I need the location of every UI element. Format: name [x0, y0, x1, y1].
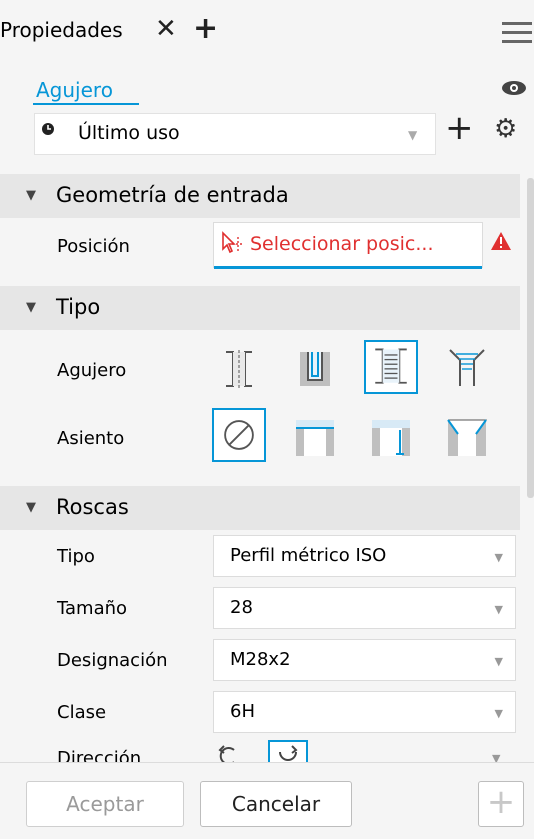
collapse-arrow-icon: ▼ [26, 500, 36, 515]
section-title: Geometría de entrada [56, 183, 289, 207]
designation-dropdown[interactable]: M28x2 ▼ [213, 639, 516, 681]
hole-type-label: Agujero [57, 360, 127, 381]
preset-dropdown[interactable]: Último uso ▼ [34, 113, 436, 155]
chevron-down-icon: ▼ [494, 603, 503, 616]
warning-icon [491, 232, 511, 250]
eye-icon[interactable] [500, 78, 528, 98]
clearance-hole-icon[interactable] [288, 342, 342, 396]
section-type[interactable]: ▼ Tipo [0, 286, 520, 330]
cancel-button[interactable]: Cancelar [200, 781, 352, 827]
menu-icon[interactable] [502, 22, 532, 49]
seat-label: Asiento [57, 428, 125, 449]
position-label: Posición [57, 236, 130, 257]
section-threads[interactable]: ▼ Roscas [0, 486, 520, 530]
chevron-down-icon: ▼ [494, 551, 503, 564]
chevron-down-icon: ▼ [408, 128, 418, 142]
feature-name-link[interactable]: Agujero [36, 78, 113, 102]
size-label: Tamaño [57, 598, 128, 619]
add-tab-button[interactable]: + [193, 14, 218, 44]
spotface-icon[interactable] [364, 410, 418, 464]
designation-label: Designación [57, 650, 168, 671]
class-dropdown[interactable]: 6H ▼ [213, 691, 516, 733]
close-icon[interactable]: ✕ [155, 14, 177, 44]
tapped-hole-icon[interactable] [364, 340, 418, 394]
thread-type-dropdown[interactable]: Perfil métrico ISO ▼ [213, 535, 516, 577]
gear-icon[interactable]: ⚙ [494, 114, 517, 144]
size-dropdown[interactable]: 28 ▼ [213, 587, 516, 629]
clock-icon [41, 120, 55, 141]
add-preset-button[interactable]: + [445, 108, 474, 148]
class-label: Clase [57, 702, 107, 723]
feature-name-underline [33, 103, 139, 105]
taper-tapped-hole-icon[interactable] [440, 342, 494, 396]
counterbore-icon[interactable] [288, 410, 342, 464]
no-seat-icon[interactable] [212, 408, 266, 462]
size-value: 28 [230, 597, 253, 618]
scrollbar[interactable] [527, 178, 534, 498]
chevron-down-icon: ▼ [494, 707, 503, 720]
chevron-down-icon: ▼ [494, 655, 503, 668]
cursor-icon [222, 231, 244, 254]
tab-properties[interactable]: Propiedades ✕ [0, 0, 187, 64]
field-underline [214, 266, 482, 269]
position-select-text: Seleccionar posic... [250, 233, 434, 255]
thread-type-label: Tipo [57, 546, 95, 567]
section-title: Tipo [56, 295, 101, 319]
countersink-icon[interactable] [440, 410, 494, 464]
section-input-geometry[interactable]: ▼ Geometría de entrada [0, 174, 520, 218]
position-select-field[interactable]: Seleccionar posic... [213, 222, 483, 269]
preset-value: Último uso [78, 122, 180, 144]
simple-hole-icon[interactable] [212, 342, 266, 396]
collapse-arrow-icon: ▼ [26, 300, 36, 315]
designation-value: M28x2 [230, 649, 291, 670]
thread-type-value: Perfil métrico ISO [230, 545, 387, 566]
accept-button[interactable]: Aceptar [26, 781, 184, 827]
collapse-arrow-icon: ▼ [26, 188, 36, 203]
tab-label: Propiedades [0, 18, 123, 42]
add-button[interactable]: + [478, 781, 524, 827]
section-title: Roscas [56, 495, 129, 519]
class-value: 6H [230, 701, 255, 722]
